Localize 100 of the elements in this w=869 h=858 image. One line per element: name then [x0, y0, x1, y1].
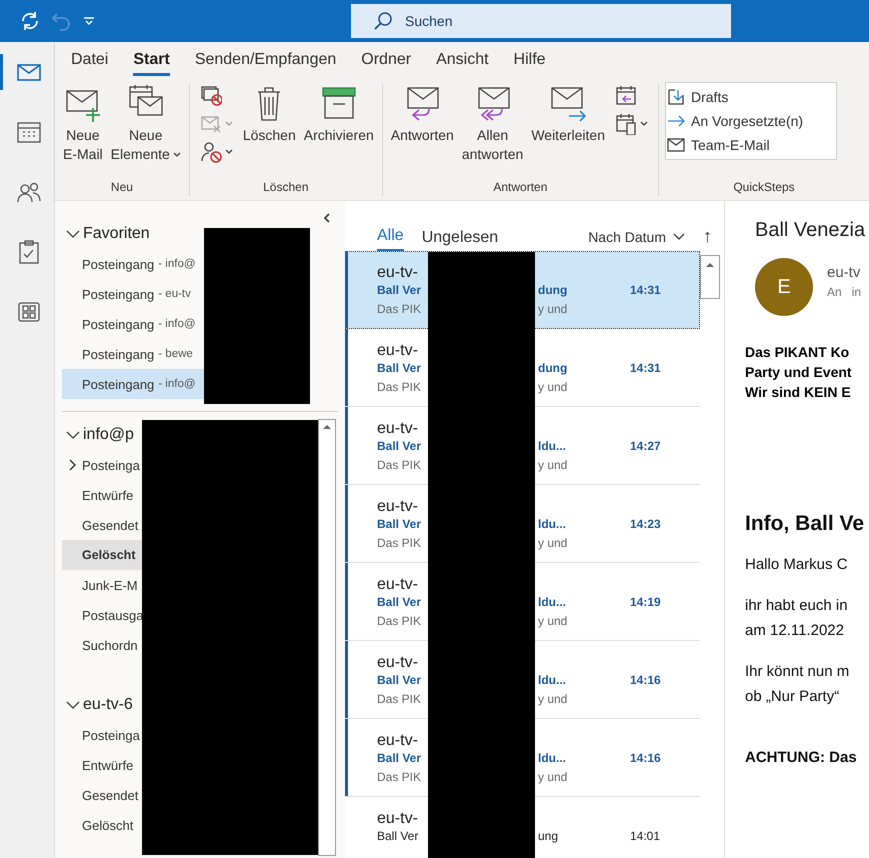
ribbon-tab[interactable]: Hilfe — [514, 51, 546, 76]
caret-icon — [224, 149, 233, 155]
ribbon-button[interactable]: Allen antworten — [460, 84, 526, 164]
time-text: 14:31 — [630, 283, 661, 297]
group-label: QuickSteps — [732, 180, 796, 196]
ribbon-tab[interactable]: Start — [133, 51, 170, 76]
folder-item[interactable]: Gesendet — [62, 780, 142, 810]
sender-name: eu-tv- — [377, 653, 419, 673]
search-input[interactable]: Suchen — [403, 12, 707, 30]
folder-item[interactable]: Gelöscht — [62, 540, 142, 570]
scroll-up-icon[interactable] — [322, 424, 332, 430]
group-label: Löschen — [262, 180, 310, 196]
sender-name: eu-tv- — [377, 575, 419, 595]
ribbon-button[interactable]: Neue Elemente — [108, 84, 183, 164]
folder-item[interactable]: Entwürfe — [62, 750, 142, 780]
ribbon-button[interactable]: Weiterleiten — [529, 84, 607, 145]
time-text: 14:31 — [630, 361, 661, 375]
search-box[interactable]: Suchen — [351, 4, 731, 38]
folder-item[interactable]: Postausga — [62, 600, 142, 630]
calendar-icon — [16, 120, 42, 144]
caret-icon — [224, 121, 233, 127]
quickstep-item[interactable]: An Vorgesetzte(n) — [666, 109, 836, 133]
ribbon-tab[interactable]: Datei — [71, 51, 108, 76]
avatar: E — [755, 258, 813, 316]
subject-text: ldu... — [538, 439, 567, 453]
chevron-down-icon — [673, 233, 685, 241]
subject-text: ung — [538, 829, 560, 843]
subject-text: ldu... — [538, 595, 567, 609]
scrollbar[interactable] — [700, 255, 720, 299]
ribbon-tab[interactable]: Senden/Empfangen — [194, 51, 336, 76]
folder-item[interactable]: Junk-E-M — [62, 570, 142, 600]
sync-icon[interactable] — [19, 10, 41, 32]
subject-text: dung — [538, 283, 568, 297]
body-text: Hallo Markus C — [745, 555, 849, 575]
subject-text: Ball Ver — [377, 517, 422, 531]
small-ribbon-button[interactable] — [615, 112, 648, 136]
subject-text: ldu... — [538, 751, 567, 765]
folder-item[interactable]: Posteingang - bewe — [62, 339, 204, 369]
sort-direction-button[interactable]: ↑ — [703, 226, 712, 251]
body-text: ihr habt euch in — [745, 596, 849, 616]
scrollbar[interactable] — [318, 419, 336, 856]
small-ribbon-button[interactable] — [200, 140, 233, 164]
chevron-right-icon[interactable] — [68, 459, 76, 471]
folder-item[interactable]: Entwürfe — [62, 480, 142, 510]
subject-text: ldu... — [538, 673, 567, 687]
subject-text: Ball Ver — [377, 439, 422, 453]
people-icon — [16, 180, 42, 204]
body-text: Ihr könnt nun m — [745, 662, 850, 682]
sender-name: eu-tv — [827, 264, 862, 281]
sender-name: eu-tv- — [377, 731, 419, 751]
subject-text: Ball Ver — [377, 595, 422, 609]
preview-text: y und — [538, 380, 568, 394]
sender-name: eu-tv- — [377, 263, 419, 283]
subject-text: dung — [538, 361, 568, 375]
ribbon-button[interactable]: Löschen — [240, 84, 298, 145]
quickstep-item[interactable]: Drafts — [666, 85, 836, 109]
folder-item[interactable]: Gesendet — [62, 510, 142, 540]
scroll-up-icon[interactable] — [705, 262, 715, 268]
body-text: Party und Event — [745, 363, 853, 382]
folder-group-header[interactable]: info@p — [66, 426, 134, 444]
body-text: ob „Nur Party“ — [745, 687, 840, 707]
folder-item[interactable]: Posteinga — [62, 720, 142, 750]
quickstep-item[interactable]: Team-E-Mail — [666, 133, 836, 157]
time-text: 14:19 — [630, 595, 661, 609]
folder-item[interactable]: Posteingang - info@ — [62, 369, 204, 399]
preview-text: Das PIK — [377, 380, 422, 394]
sort-dropdown[interactable]: Nach Datum — [588, 229, 685, 251]
preview-text: y und — [538, 536, 568, 550]
collapse-chevron-icon[interactable] — [323, 213, 331, 223]
folder-group-header[interactable]: eu-tv-6 — [66, 696, 133, 714]
group-label: Antworten — [492, 180, 548, 196]
calendar-phone-icon — [615, 113, 637, 135]
ribbon-button[interactable]: Antworten — [388, 84, 456, 145]
time-text: 14:23 — [630, 517, 661, 531]
preview-text: y und — [538, 614, 568, 628]
search-icon[interactable] — [373, 11, 393, 31]
folder-item[interactable]: Suchordn — [62, 630, 142, 660]
body-text: am 12.11.2022 — [745, 621, 845, 641]
group-label: Neu — [110, 180, 134, 196]
body-text: Wir sind KEIN E — [745, 383, 852, 402]
caret-icon[interactable] — [83, 16, 95, 26]
folder-item[interactable]: Posteinga — [62, 450, 142, 480]
subject-text: Ball Ver — [377, 829, 420, 843]
subject-text: Ball Ver — [377, 673, 422, 687]
ribbon-button[interactable]: Neue E-Mail — [61, 84, 105, 164]
ribbon-button[interactable]: Archivieren — [302, 84, 376, 145]
body-text: ACHTUNG: Das — [745, 749, 858, 766]
preview-text: Das PIK — [377, 536, 422, 550]
folder-group-header[interactable]: Favoriten — [66, 225, 150, 243]
preview-text: y und — [538, 302, 568, 316]
folder-item[interactable]: Posteingang - info@ — [62, 309, 204, 339]
preview-text: Das PIK — [377, 614, 422, 628]
time-text: 14:27 — [630, 439, 661, 453]
folder-item[interactable]: Posteingang - info@ — [62, 249, 204, 279]
filter-tab[interactable]: Ungelesen — [422, 229, 498, 251]
ribbon-tab[interactable]: Ansicht — [436, 51, 489, 76]
folder-item[interactable]: Gelöscht — [62, 810, 142, 840]
ribbon-tab[interactable]: Ordner — [361, 51, 412, 76]
folder-item[interactable]: Posteingang - eu-tv — [62, 279, 204, 309]
preview-text: Das PIK — [377, 302, 422, 316]
